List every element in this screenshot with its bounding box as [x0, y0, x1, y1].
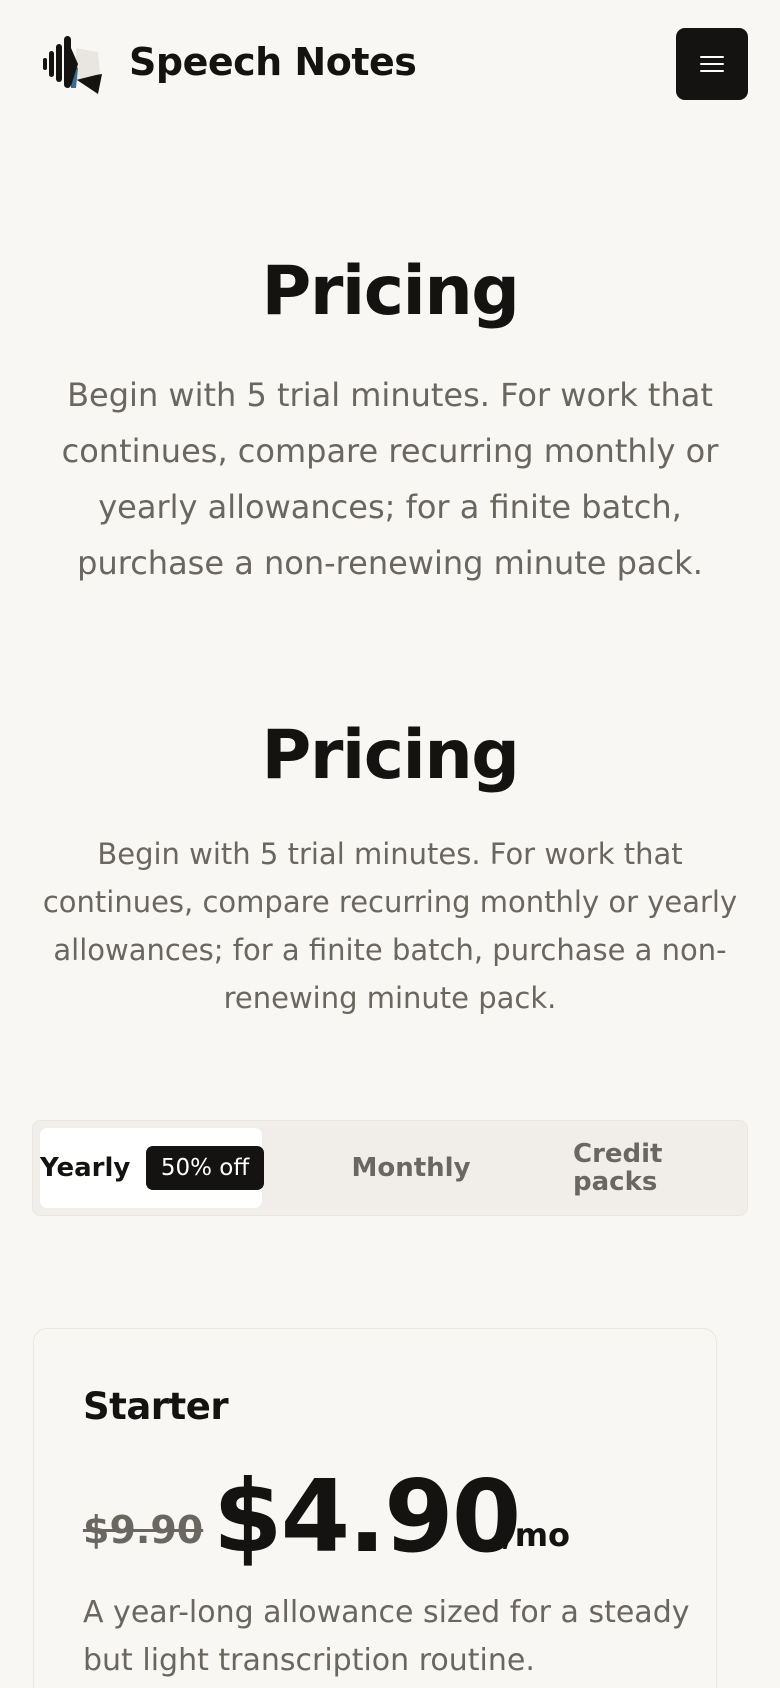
billing-period-tabs: Yearly 50% off Monthly Credit packs [32, 1120, 748, 1216]
original-price: $9.90 [83, 1508, 204, 1552]
brand-name[interactable]: Speech Notes [129, 36, 417, 88]
menu-button[interactable] [676, 28, 748, 100]
plan-name: Starter [83, 1385, 229, 1428]
tab-yearly[interactable]: Yearly 50% off [40, 1128, 264, 1208]
price-period: /mo [503, 1516, 571, 1554]
tab-yearly-label: Yearly [40, 1153, 131, 1183]
discount-badge: 50% off [146, 1146, 264, 1190]
page-title: Pricing [261, 252, 520, 331]
pricing-section-title: Pricing [261, 716, 520, 795]
page-description: Begin with 5 trial minutes. For work tha… [61, 376, 719, 582]
tab-monthly[interactable]: Monthly [291, 1128, 531, 1208]
page: Speech Notes Pricing Begin with 5 trial … [0, 0, 780, 1688]
speech-waveform-logo-icon[interactable] [40, 34, 104, 94]
tab-monthly-label: Monthly [351, 1153, 471, 1183]
plan-description: A year-long allowance sized for a steady… [83, 1595, 690, 1678]
plan-card-starter: Starter $9.90 $4.90 /mo A year-long allo… [33, 1328, 717, 1688]
tab-credit-packs-label: Credit packs [573, 1139, 663, 1197]
discounted-price: $4.90 [213, 1458, 521, 1575]
site-header: Speech Notes [0, 0, 780, 128]
pricing-section-description: Begin with 5 trial minutes. For work tha… [42, 837, 738, 1015]
tab-credit-packs[interactable]: Credit packs [573, 1128, 723, 1208]
hamburger-menu-icon [700, 55, 724, 73]
